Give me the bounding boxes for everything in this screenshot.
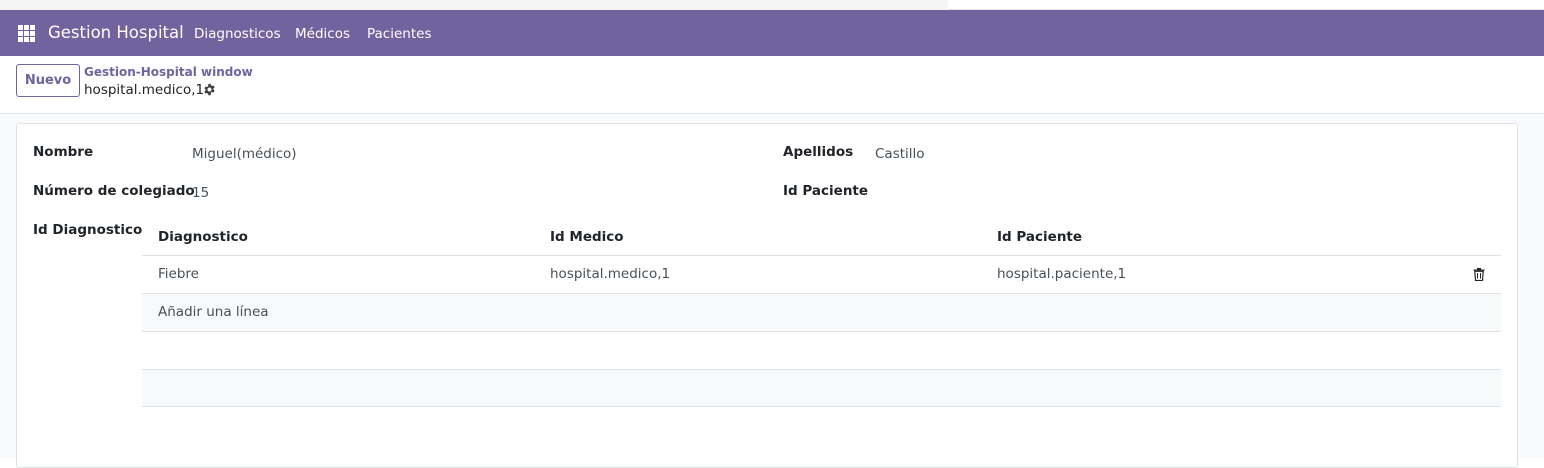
- add-line-link[interactable]: Añadir una línea: [158, 304, 269, 320]
- new-button[interactable]: Nuevo: [16, 64, 80, 97]
- app-brand[interactable]: Gestion Hospital: [48, 23, 184, 42]
- id-paciente-label: Id Paciente: [783, 183, 869, 199]
- nav-item-medicos[interactable]: Médicos: [295, 26, 350, 42]
- nombre-field[interactable]: Miguel(médico): [192, 146, 297, 162]
- apps-menu-icon[interactable]: [18, 25, 35, 42]
- table-row-empty: [142, 331, 1501, 369]
- cell-id-medico[interactable]: hospital.medico,1: [550, 266, 670, 282]
- colegiado-label: Número de colegiado: [33, 183, 195, 199]
- record-name: hospital.medico,1: [84, 82, 205, 98]
- apellidos-field[interactable]: Castillo: [875, 146, 925, 162]
- trash-icon[interactable]: [1473, 268, 1485, 281]
- nombre-label: Nombre: [33, 144, 94, 160]
- gear-icon[interactable]: [203, 83, 216, 96]
- breadcrumb-link[interactable]: Gestion-Hospital window: [84, 65, 253, 79]
- colegiado-field[interactable]: 15: [192, 185, 209, 201]
- table-row-empty: [142, 369, 1501, 407]
- apellidos-label: Apellidos: [783, 144, 854, 160]
- nav-item-diagnosticos[interactable]: Diagnosticos: [194, 26, 281, 42]
- table-row[interactable]: Fiebre hospital.medico,1 hospital.pacien…: [142, 255, 1501, 293]
- cell-id-paciente[interactable]: hospital.paciente,1: [997, 266, 1126, 282]
- id-diagnostico-label: Id Diagnostico: [33, 222, 143, 238]
- add-line-row: Añadir una línea: [142, 293, 1501, 331]
- column-header-diagnostico[interactable]: Diagnostico: [158, 229, 248, 245]
- main-navbar: Gestion Hospital Diagnosticos Médicos Pa…: [0, 10, 1544, 56]
- cell-diagnostico[interactable]: Fiebre: [158, 266, 199, 282]
- nav-item-pacientes[interactable]: Pacientes: [367, 26, 431, 42]
- column-header-id-medico[interactable]: Id Medico: [550, 229, 624, 245]
- control-panel: Nuevo Gestion-Hospital window hospital.m…: [0, 56, 1544, 114]
- window-top-strip: [948, 0, 1544, 10]
- column-header-id-paciente[interactable]: Id Paciente: [997, 229, 1082, 245]
